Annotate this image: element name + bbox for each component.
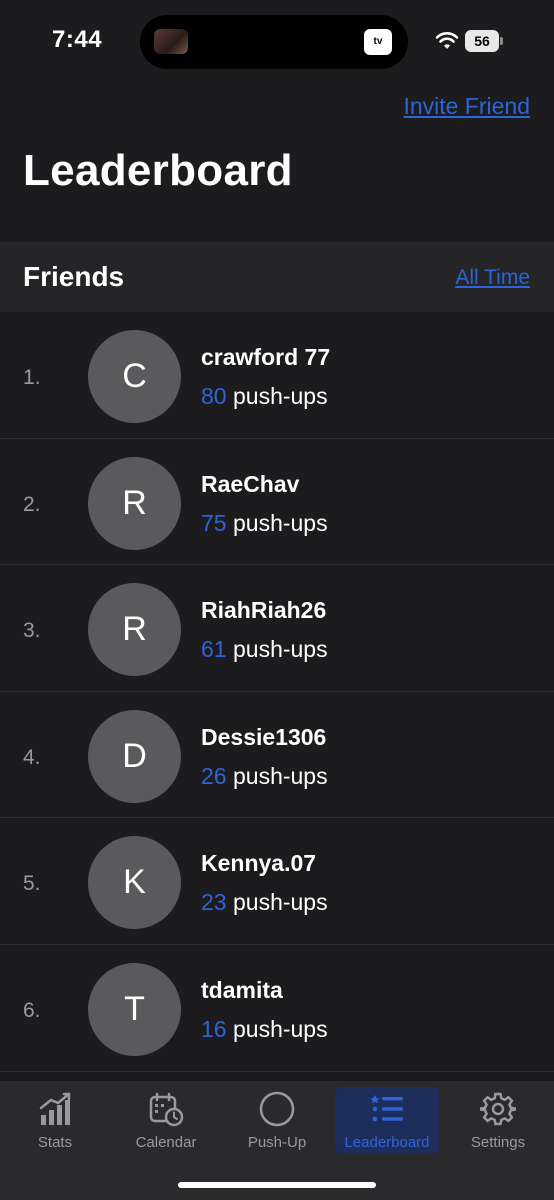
apple-tv-icon: tv	[364, 29, 392, 55]
pushup-unit: push-ups	[232, 636, 328, 663]
avatar: D	[88, 709, 181, 803]
pushup-total: 61 push-ups	[201, 636, 328, 663]
avatar: R	[88, 456, 181, 550]
time-filter-link[interactable]: All Time	[455, 266, 530, 290]
pushup-unit: push-ups	[232, 889, 328, 916]
pushup-count: 26	[201, 762, 227, 789]
tab-push-up-label: Push-Up	[247, 1134, 307, 1151]
pushup-count: 80	[201, 383, 227, 409]
leaderboard-list: 1. C crawford 77 80 push-ups 2. R RaeCha…	[0, 312, 554, 1072]
pushup-unit: push-ups	[232, 762, 328, 789]
pushup-count: 23	[201, 889, 227, 916]
pushup-unit: push-ups	[232, 509, 328, 536]
invite-friend-link[interactable]: Invite Friend	[403, 93, 530, 120]
section-title: Friends	[23, 261, 125, 292]
battery-icon: 56	[465, 30, 503, 52]
leaderboard-row[interactable]: 3. R RiahRiah26 61 push-ups	[0, 565, 554, 692]
home-indicator[interactable]	[178, 1182, 376, 1188]
leaderboard-row[interactable]: 2. R RaeChav 75 push-ups	[0, 439, 554, 566]
pushup-total: 23 push-ups	[201, 889, 328, 916]
gear-icon	[480, 1092, 516, 1126]
pushup-total: 16 push-ups	[201, 1016, 328, 1043]
rank-number: 5.	[23, 872, 41, 896]
wifi-icon	[435, 32, 459, 49]
rank-number: 2.	[23, 492, 41, 516]
tab-stats-label: Stats	[37, 1134, 73, 1151]
rank-number: 1.	[23, 366, 41, 389]
status-time: 7:44	[52, 26, 103, 53]
battery-tip	[500, 37, 503, 45]
list-icon	[370, 1095, 403, 1122]
tab-leaderboard[interactable]: Leaderboard	[335, 1087, 439, 1153]
tab-push-up[interactable]: Push-Up	[225, 1087, 329, 1153]
avatar: T	[88, 962, 181, 1056]
tab-leaderboard-label: Leaderboard	[344, 1134, 430, 1151]
avatar: K	[88, 836, 181, 930]
avatar: C	[88, 330, 181, 423]
pushup-total: 26 push-ups	[201, 763, 328, 790]
pushup-count: 16	[201, 1015, 227, 1042]
avatar: R	[88, 583, 181, 677]
pushup-total: 75 push-ups	[201, 510, 328, 537]
tab-calendar-label: Calendar	[135, 1134, 197, 1151]
username: RiahRiah26	[201, 597, 327, 624]
status-bar: 7:44 tv 56	[0, 0, 554, 84]
stats-chart-icon	[39, 1092, 71, 1125]
now-playing-thumbnail	[154, 29, 188, 54]
tab-stats[interactable]: Stats	[3, 1087, 107, 1153]
pushup-unit: push-ups	[232, 383, 328, 409]
leaderboard-row[interactable]: 5. K Kennya.07 23 push-ups	[0, 818, 554, 945]
tab-settings[interactable]: Settings	[446, 1087, 550, 1153]
pushup-count: 75	[201, 509, 227, 536]
rank-number: 6.	[23, 998, 41, 1022]
pushup-unit: push-ups	[232, 1015, 328, 1042]
rank-number: 3.	[23, 619, 41, 643]
leaderboard-row[interactable]: 6. T tdamita 16 push-ups	[0, 945, 554, 1072]
username: RaeChav	[201, 470, 300, 497]
leaderboard-row[interactable]: 4. D Dessie1306 26 push-ups	[0, 692, 554, 819]
section-header: Friends All Time	[0, 242, 554, 312]
page-title: Leaderboard	[23, 146, 293, 195]
pushup-total: 80 push-ups	[201, 383, 328, 410]
tab-settings-label: Settings	[470, 1134, 526, 1151]
apple-tv-label: tv	[373, 36, 383, 47]
username: crawford 77	[201, 344, 331, 370]
screen: 7:44 tv 56 Invite Friend Leaderboard Fri…	[0, 0, 554, 1200]
rank-number: 4.	[23, 745, 41, 769]
circle-icon	[259, 1091, 295, 1127]
pushup-count: 61	[201, 636, 227, 663]
username: Kennya.07	[201, 850, 317, 877]
tab-calendar[interactable]: Calendar	[114, 1087, 218, 1153]
leaderboard-row[interactable]: 1. C crawford 77 80 push-ups	[0, 312, 554, 439]
calendar-clock-icon	[149, 1092, 184, 1127]
battery-level: 56	[465, 30, 499, 52]
dynamic-island[interactable]: tv	[140, 15, 408, 69]
username: tdamita	[201, 976, 283, 1003]
username: Dessie1306	[201, 723, 327, 750]
